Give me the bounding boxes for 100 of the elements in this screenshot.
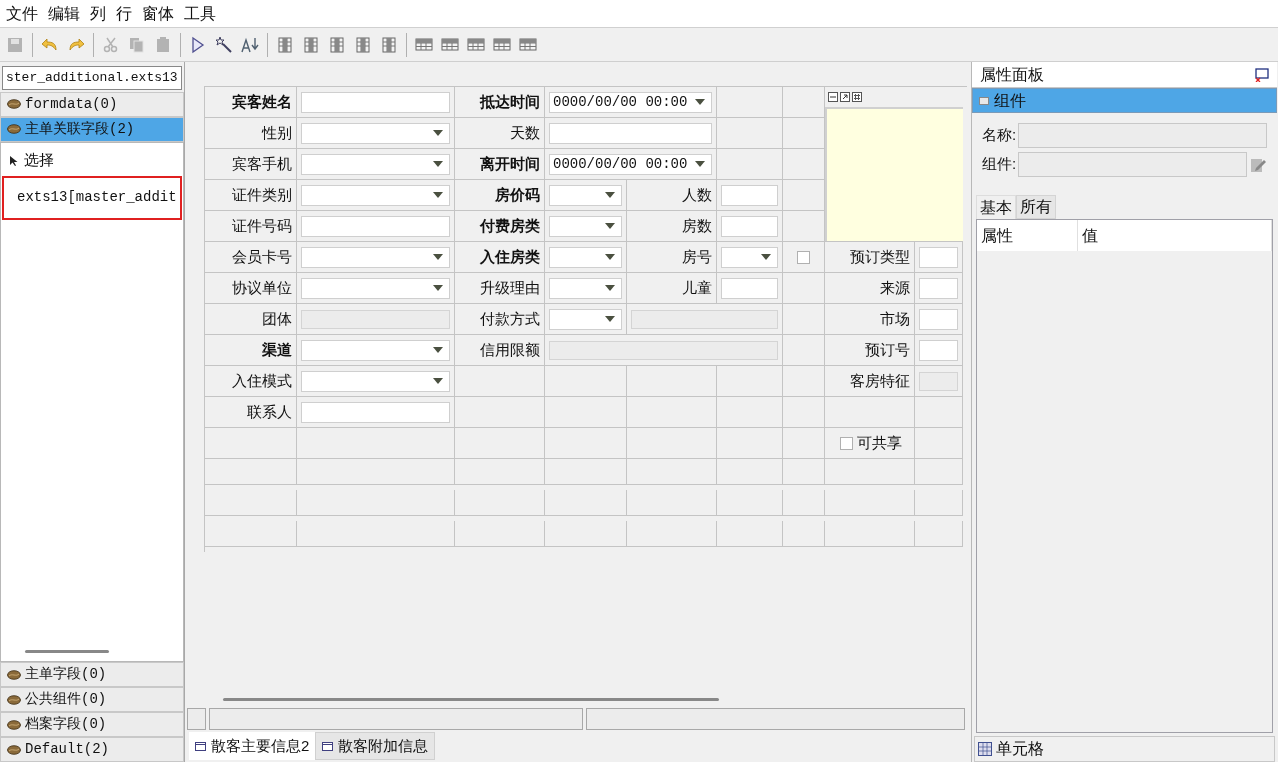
datetime-dropdown[interactable]: 0000/00/00 00:00 — [549, 91, 712, 113]
field-label: 证件类别 — [232, 184, 292, 205]
grid-cell — [783, 521, 825, 547]
grid-cell — [915, 521, 963, 547]
grid-cell — [717, 428, 783, 459]
list-item[interactable]: exts13[master_addit — [2, 175, 182, 220]
menu-item[interactable]: 行 — [116, 1, 132, 26]
field-label: 联系人 — [247, 401, 292, 422]
table-column-icon[interactable] — [275, 34, 295, 55]
field-label: 天数 — [510, 122, 540, 143]
minimize-icon[interactable] — [828, 92, 838, 102]
menu-item[interactable]: 文件 — [6, 1, 38, 26]
sheet-tab[interactable]: 散客附加信息 — [315, 732, 436, 760]
field-label: 抵达时间 — [480, 91, 540, 112]
footer-label: 单元格 — [996, 739, 1044, 759]
grid-cell — [717, 397, 783, 428]
field-label: 房号 — [682, 246, 712, 267]
checkbox[interactable] — [797, 250, 810, 264]
column-header: 值 — [1078, 220, 1272, 251]
text-field[interactable] — [919, 339, 958, 361]
table-column-icon[interactable] — [327, 34, 347, 55]
grid-cell — [717, 521, 783, 547]
group-header[interactable]: Default(2) — [0, 737, 184, 762]
field-label: 宾客手机 — [232, 153, 292, 174]
tab[interactable]: 所有 — [1016, 195, 1056, 219]
bean-icon — [7, 744, 21, 755]
caret-icon — [433, 192, 443, 198]
sheet-tab[interactable]: 散客主要信息2 — [189, 732, 316, 760]
field-label: 宾客姓名 — [232, 91, 292, 112]
text-field[interactable] — [721, 277, 778, 299]
field-label: 会员卡号 — [232, 246, 292, 267]
grid-cell — [783, 397, 825, 428]
close-icon[interactable] — [1255, 67, 1269, 82]
table-column-icon[interactable] — [301, 34, 321, 55]
scrollbar[interactable] — [25, 649, 109, 653]
field-label: 人数 — [682, 184, 712, 205]
menu-item[interactable]: 列 — [90, 1, 106, 26]
caret-icon — [605, 285, 615, 291]
wand-icon[interactable] — [214, 34, 234, 55]
group-header[interactable]: 主单关联字段(2) — [0, 116, 184, 142]
menu-item[interactable]: 工具 — [184, 1, 216, 26]
field-label: 升级理由 — [480, 277, 540, 298]
checkbox-label: 可共享 — [857, 432, 902, 453]
field-label: 入住模式 — [232, 370, 292, 391]
grid-cell — [783, 459, 825, 485]
column-header: 属性 — [977, 220, 1078, 251]
field-label: 付款方式 — [480, 308, 540, 329]
datetime-dropdown[interactable]: 0000/00/00 00:00 — [549, 153, 712, 175]
field-label: 团体 — [262, 308, 292, 329]
grid-cell — [783, 490, 825, 516]
grid-cell — [717, 459, 783, 485]
group-header[interactable]: 主单字段(0) — [0, 662, 184, 687]
text-field[interactable] — [919, 277, 958, 299]
bean-icon — [7, 719, 21, 730]
table-column-icon[interactable] — [379, 34, 399, 55]
caret-icon — [605, 223, 615, 229]
menu-item[interactable]: 窗体 — [142, 1, 174, 26]
text-field[interactable] — [549, 122, 712, 144]
grid-cell — [783, 149, 825, 180]
menu-item[interactable]: 编辑 — [48, 1, 80, 26]
panel-title: 属性面板 — [980, 64, 1044, 85]
form-icon — [322, 741, 334, 751]
caret-icon — [433, 347, 443, 353]
text-field[interactable] — [919, 308, 958, 330]
group-header[interactable]: 档案字段(0) — [0, 712, 184, 737]
bean-icon — [7, 124, 21, 134]
field-label: 付费房类 — [480, 215, 540, 236]
field-label: 房数 — [682, 215, 712, 236]
field-label: 预订号 — [865, 339, 910, 360]
caret-icon — [761, 254, 771, 260]
component-header: 组件 — [972, 88, 1277, 113]
grid-cell — [717, 490, 783, 516]
field-label: 信用限额 — [480, 339, 540, 360]
text-field[interactable] — [721, 184, 778, 206]
text-field[interactable] — [301, 91, 450, 113]
list-item[interactable]: 选择 — [1, 145, 183, 176]
bean-icon — [7, 99, 21, 109]
text-field[interactable] — [721, 215, 778, 237]
text-field[interactable] — [301, 401, 450, 423]
search-field[interactable]: ster_additional.exts13 — [2, 65, 182, 90]
table-icon — [978, 742, 992, 756]
grid-icon[interactable] — [852, 92, 862, 102]
field-label: 市场 — [880, 308, 910, 329]
checkbox[interactable] — [840, 436, 853, 450]
caret-icon — [605, 254, 615, 260]
caret-icon — [433, 378, 443, 384]
group-header[interactable]: 公共组件(0) — [0, 687, 184, 712]
field-label: 预订类型 — [850, 246, 910, 267]
readonly-field — [919, 371, 958, 391]
tab[interactable]: 基本 — [976, 195, 1016, 219]
field-label: 离开时间 — [480, 153, 540, 174]
group-header[interactable]: formdata(0) — [0, 91, 184, 117]
text-field[interactable] — [301, 215, 450, 237]
dropdown[interactable] — [721, 246, 778, 268]
expand-icon[interactable] — [840, 92, 850, 102]
field-label: 证件号码 — [232, 215, 292, 236]
text-field[interactable] — [919, 246, 958, 268]
table-column-icon[interactable] — [353, 34, 373, 55]
scrollbar[interactable] — [223, 697, 719, 701]
caret-icon — [605, 192, 615, 198]
